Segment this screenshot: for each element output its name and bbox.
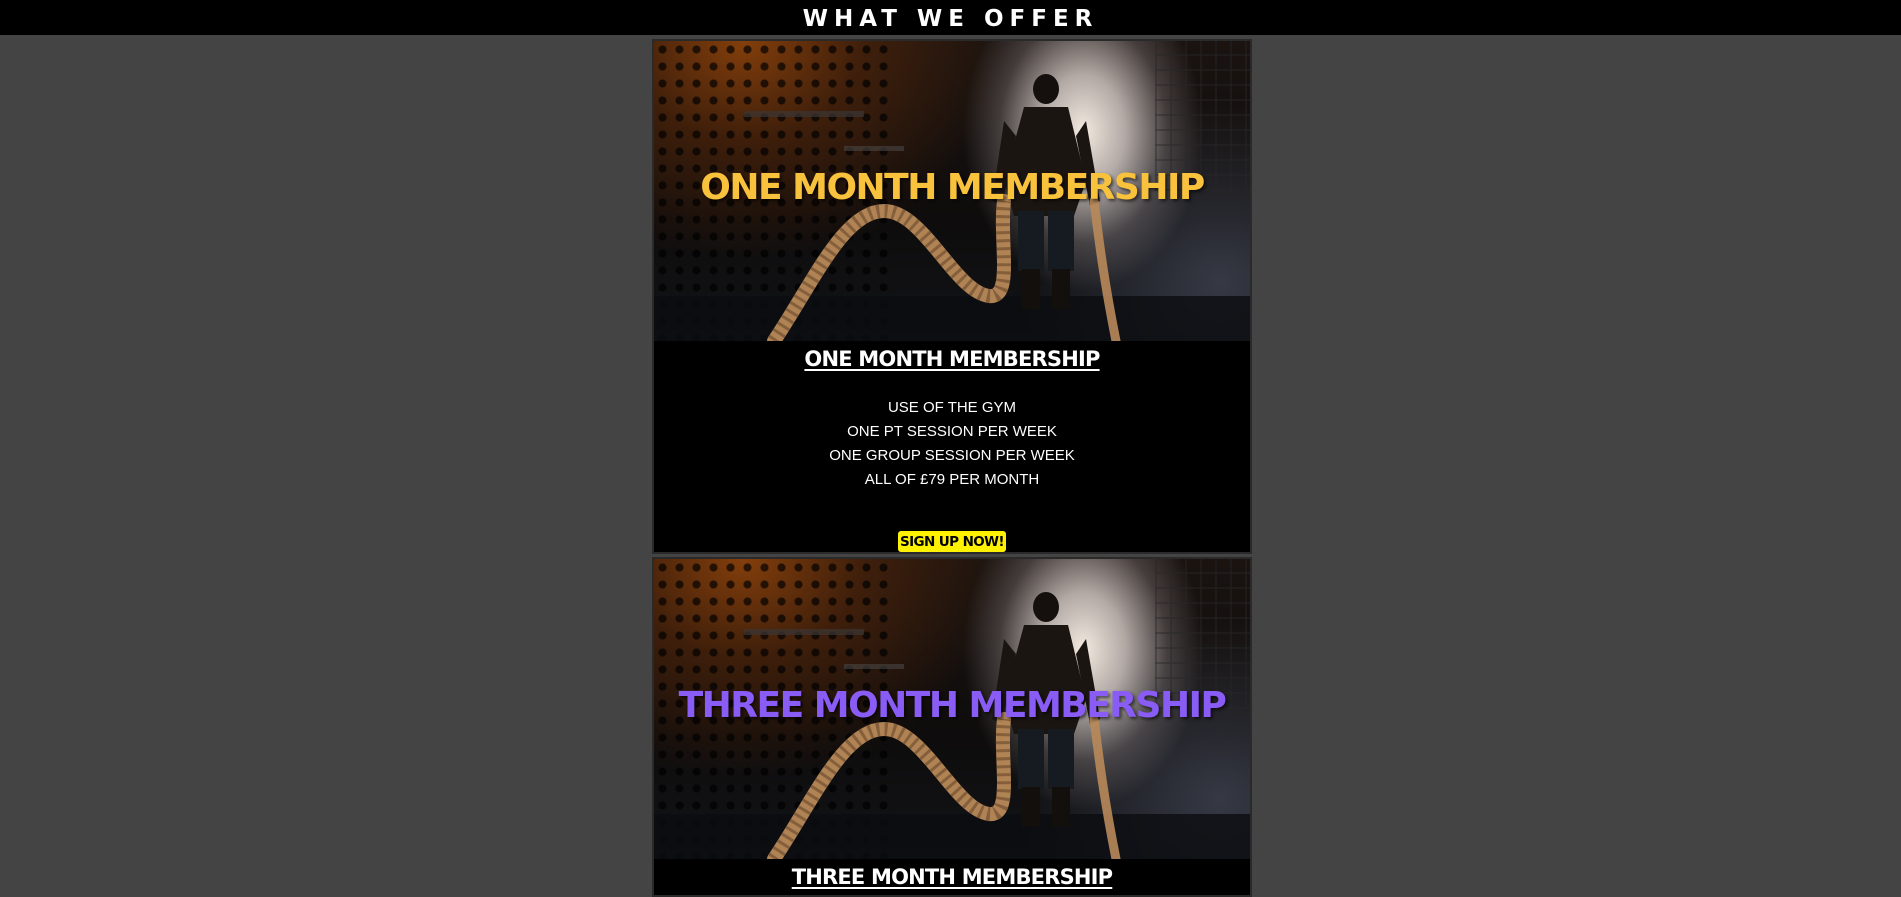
membership-heading: THREE MONTH MEMBERSHIP	[654, 859, 1250, 890]
membership-heading: ONE MONTH MEMBERSHIP	[654, 341, 1250, 372]
page-title: WHAT WE OFFER	[802, 5, 1099, 32]
sign-up-button[interactable]: SIGN UP NOW!	[897, 531, 1006, 552]
membership-banner-image: THREE MONTH MEMBERSHIP	[654, 559, 1250, 859]
membership-card-one-month: ONE MONTH MEMBERSHIP ONE MONTH MEMBERSHI…	[652, 39, 1252, 554]
feature-item: USE OF THE GYM	[887, 399, 1017, 416]
signup-container: SIGN UP NOW!	[654, 531, 1250, 552]
feature-item: ONE PT SESSION PER WEEK	[847, 423, 1057, 440]
top-header-bar: WHAT WE OFFER	[0, 0, 1901, 35]
membership-card-three-month: THREE MONTH MEMBERSHIP THREE MONTH MEMBE…	[652, 557, 1252, 897]
feature-item: ONE GROUP SESSION PER WEEK	[829, 447, 1075, 464]
membership-features-list: USE OF THE GYM ONE PT SESSION PER WEEK O…	[654, 396, 1250, 492]
membership-banner-title: THREE MONTH MEMBERSHIP	[678, 685, 1227, 726]
membership-banner-title: ONE MONTH MEMBERSHIP	[700, 167, 1205, 208]
feature-item: ALL OF £79 PER MONTH	[864, 471, 1040, 488]
membership-banner-image: ONE MONTH MEMBERSHIP	[654, 41, 1250, 341]
membership-heading-text: THREE MONTH MEMBERSHIP	[791, 865, 1113, 889]
membership-heading-text: ONE MONTH MEMBERSHIP	[804, 347, 1100, 371]
